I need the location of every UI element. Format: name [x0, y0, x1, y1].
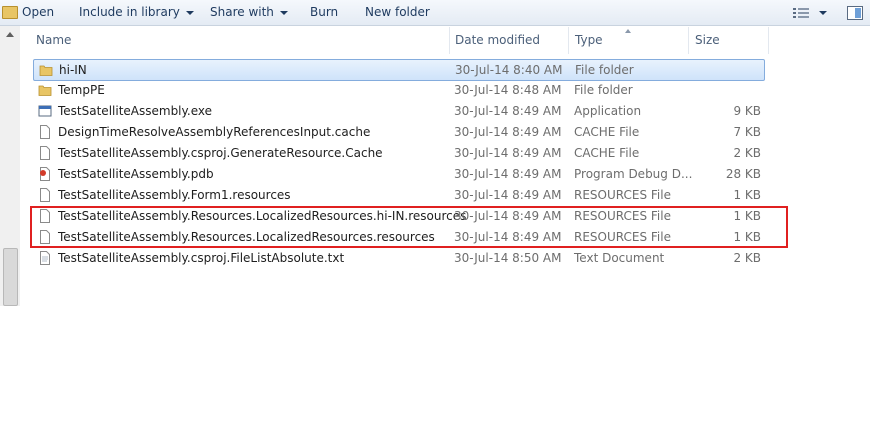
file-icon: [40, 125, 50, 139]
file-icon: [40, 146, 50, 160]
pdb-icon: [40, 167, 50, 181]
list-item[interactable]: TestSatelliteAssembly.Form1.resources 30…: [33, 185, 763, 205]
column-size[interactable]: Size: [689, 27, 769, 54]
list-view-icon: [793, 7, 809, 18]
chevron-down-icon: [185, 10, 194, 15]
column-date-modified[interactable]: Date modified: [449, 27, 569, 54]
list-item[interactable]: DesignTimeResolveAssemblyReferencesInput…: [33, 122, 763, 142]
application-icon: [38, 105, 52, 117]
list-item[interactable]: TestSatelliteAssembly.csproj.GenerateRes…: [33, 143, 763, 163]
command-bar: Open Include in library Share with Burn …: [0, 0, 870, 26]
burn-button[interactable]: Burn: [310, 0, 338, 25]
preview-pane-button[interactable]: [847, 0, 863, 25]
column-name[interactable]: Name: [30, 27, 450, 54]
include-in-library-button[interactable]: Include in library: [79, 0, 194, 25]
open-icon: [2, 6, 18, 19]
list-item[interactable]: hi-IN 30-Jul-14 8:40 AM File folder: [33, 59, 765, 81]
chevron-down-icon: [279, 10, 288, 15]
chevron-down-icon: [819, 10, 827, 15]
column-header-row: Name Date modified Type Size: [20, 27, 870, 54]
column-type[interactable]: Type: [569, 27, 689, 54]
navigation-scrollbar[interactable]: [0, 26, 21, 306]
sort-ascending-icon: [625, 29, 631, 33]
list-item[interactable]: TempPE 30-Jul-14 8:48 AM File folder: [33, 80, 763, 100]
share-with-button[interactable]: Share with: [210, 0, 288, 25]
preview-pane-icon: [847, 5, 863, 20]
list-item[interactable]: TestSatelliteAssembly.pdb 30-Jul-14 8:49…: [33, 164, 763, 184]
list-item[interactable]: TestSatelliteAssembly.exe 30-Jul-14 8:49…: [33, 101, 763, 121]
list-item[interactable]: TestSatelliteAssembly.csproj.FileListAbs…: [33, 248, 763, 268]
highlight-annotation-box: [30, 206, 788, 248]
open-button[interactable]: Open: [0, 0, 54, 25]
folder-icon: [39, 65, 53, 76]
text-file-icon: [40, 251, 50, 265]
folder-icon: [38, 85, 52, 96]
scroll-up-arrow-icon[interactable]: [6, 32, 14, 37]
new-folder-button[interactable]: New folder: [365, 0, 430, 25]
file-icon: [40, 188, 50, 202]
view-options-button[interactable]: [793, 0, 827, 25]
scroll-thumb[interactable]: [3, 248, 18, 306]
